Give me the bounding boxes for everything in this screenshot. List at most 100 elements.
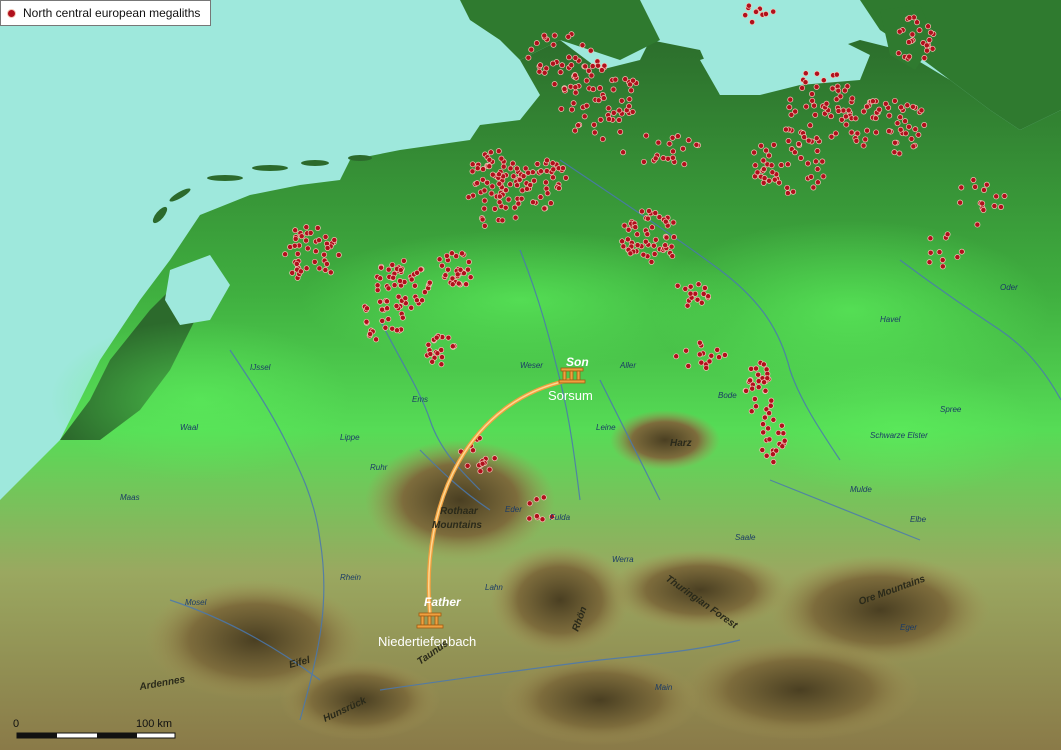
megalith-dot bbox=[849, 95, 856, 102]
megalith-dot bbox=[758, 142, 765, 149]
river-saale-label: Saale bbox=[735, 533, 756, 542]
megalith-dot bbox=[786, 104, 793, 111]
megalith-dot bbox=[449, 281, 456, 288]
megalith-dot bbox=[572, 127, 579, 134]
lowland-patch bbox=[760, 360, 1040, 500]
megalith-dot bbox=[759, 447, 766, 453]
megalith-dot bbox=[585, 67, 592, 74]
megalith-dot bbox=[487, 149, 494, 156]
megalith-dot bbox=[541, 32, 548, 39]
river-elbe-label: Elbe bbox=[910, 515, 927, 524]
megalith-dot bbox=[400, 257, 407, 264]
megalith-dot bbox=[784, 161, 791, 168]
megalith-dot bbox=[479, 216, 486, 223]
megalith-dot bbox=[373, 336, 380, 343]
megalith-dot bbox=[761, 175, 768, 182]
megalith-dot bbox=[612, 76, 619, 83]
megalith-dot bbox=[566, 54, 572, 61]
megalith-dot bbox=[331, 237, 338, 243]
megalith-dot bbox=[322, 233, 329, 240]
megalith-dot bbox=[808, 173, 815, 180]
megalith-dot bbox=[768, 162, 775, 169]
megalith-dot bbox=[662, 242, 669, 249]
megalith-dot bbox=[625, 226, 632, 233]
megalith-dot bbox=[681, 161, 688, 168]
megalith-dot bbox=[526, 500, 533, 507]
megalith-dot bbox=[627, 250, 634, 257]
megalith-dot bbox=[427, 351, 434, 357]
megalith-dot bbox=[915, 131, 922, 138]
megalith-dot bbox=[530, 199, 536, 206]
megalith-dot bbox=[811, 102, 818, 109]
megalith-dot bbox=[814, 70, 820, 77]
megalith-dot bbox=[752, 162, 759, 169]
megalith-dot bbox=[622, 76, 629, 83]
megalith-dot bbox=[841, 87, 848, 94]
river-lahn-label: Lahn bbox=[485, 583, 503, 592]
megalith-dot bbox=[543, 168, 550, 174]
megalith-dot bbox=[809, 91, 815, 97]
megalith-dot bbox=[912, 126, 919, 133]
megalith-dot bbox=[463, 281, 470, 288]
megalith-dot bbox=[760, 166, 767, 173]
megalith-dot bbox=[939, 257, 946, 263]
megalith-dot bbox=[402, 295, 409, 302]
megalith-dot bbox=[314, 225, 321, 231]
megalith-dot bbox=[770, 416, 777, 423]
megalith-dot bbox=[748, 408, 755, 415]
megalith-dot bbox=[700, 290, 707, 297]
megalith-dot bbox=[364, 305, 370, 312]
megalith-dot bbox=[685, 363, 692, 369]
megalith-dot bbox=[778, 162, 785, 168]
megalith-dot bbox=[696, 339, 703, 346]
river-ruhr-label: Ruhr bbox=[370, 463, 388, 472]
megalith-dot bbox=[572, 72, 579, 79]
megalith-dot bbox=[669, 154, 676, 161]
megalith-dot bbox=[583, 102, 590, 109]
megalith-dot bbox=[486, 163, 493, 170]
megalith-dot bbox=[457, 266, 464, 273]
megalith-dot bbox=[767, 402, 774, 409]
megalith-dot bbox=[803, 103, 810, 110]
megalith-dot bbox=[895, 50, 902, 57]
megalith-dot bbox=[775, 429, 782, 436]
megalith-dot bbox=[897, 114, 904, 121]
megalith-dot bbox=[660, 155, 667, 162]
megalith-dot bbox=[408, 276, 415, 283]
megalith-dot bbox=[698, 299, 705, 306]
niedertiefenbach-label: Niedertiefenbach bbox=[378, 634, 476, 649]
megalith-dot bbox=[321, 251, 328, 258]
megalith-dot bbox=[666, 140, 673, 147]
megalith-dot bbox=[784, 190, 791, 197]
megalith-dot bbox=[782, 126, 789, 133]
megalith-dot bbox=[787, 96, 794, 103]
megalith-dot bbox=[706, 358, 713, 365]
megalith-dot bbox=[695, 281, 702, 288]
megalith-dot bbox=[312, 248, 319, 255]
megalith-dot bbox=[620, 149, 627, 156]
megalith-dot bbox=[958, 248, 965, 255]
megalith-dot bbox=[565, 33, 572, 40]
megalith-dot bbox=[549, 160, 556, 167]
megalith-dot bbox=[587, 47, 594, 54]
megalith-dot bbox=[619, 238, 626, 245]
megalith-dot bbox=[862, 136, 869, 143]
megalith-dot bbox=[467, 274, 474, 281]
megalith-dot bbox=[644, 231, 651, 238]
megalith-dot bbox=[527, 182, 534, 188]
megalith-dot bbox=[991, 203, 998, 209]
megalith-dot bbox=[378, 264, 385, 271]
megalith-dot bbox=[894, 120, 901, 127]
megalith-dot bbox=[600, 95, 607, 102]
megalith-dot bbox=[755, 371, 762, 378]
megalith-dot bbox=[655, 139, 662, 146]
megalith-dot bbox=[714, 346, 721, 353]
megalith-dot bbox=[480, 166, 487, 173]
megalith-dot bbox=[442, 272, 449, 279]
megalith-dot bbox=[561, 86, 568, 92]
megalith-dot bbox=[445, 334, 452, 341]
megalith-dot bbox=[802, 70, 809, 77]
megalith-dot bbox=[618, 97, 625, 104]
megalith-dot bbox=[591, 121, 598, 128]
megalith-dot bbox=[685, 137, 692, 144]
